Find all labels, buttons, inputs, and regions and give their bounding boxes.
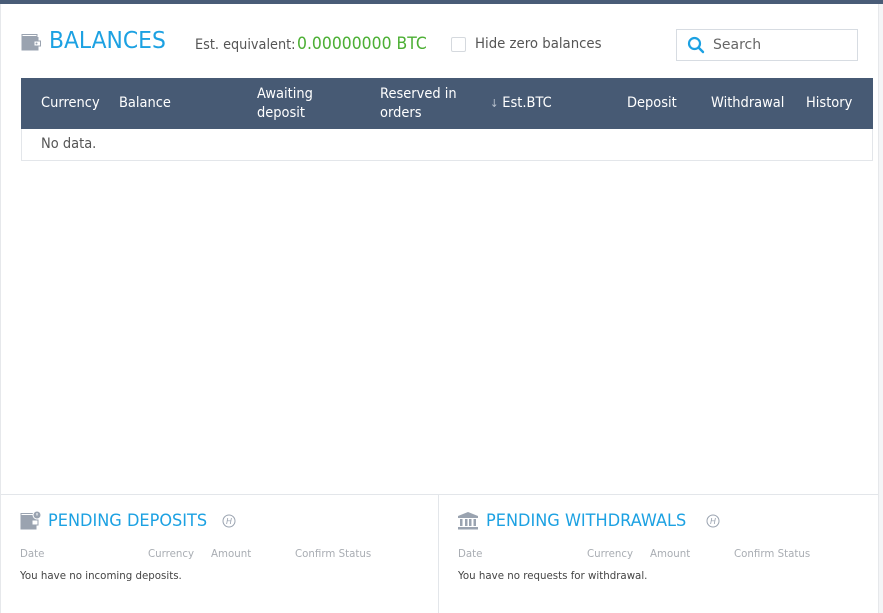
sort-desc-icon: ↓ [490, 97, 499, 110]
no-deposits-message: You have no incoming deposits. [20, 569, 182, 582]
column-header-confirm-status: Confirm Status [295, 547, 372, 560]
balances-table: Currency Balance Awaiting deposit Reserv… [21, 78, 873, 161]
search-box[interactable] [676, 29, 858, 61]
pending-withdrawals-panel: PENDING WITHDRAWALS H Date Currency Amou… [439, 495, 878, 613]
pending-deposits-title: PENDING DEPOSITS [48, 511, 208, 531]
column-label: Est.BTC [502, 95, 552, 111]
column-header-balance[interactable]: Balance [119, 94, 171, 113]
column-header-amount: Amount [211, 547, 252, 560]
hide-zero-balances-label: Hide zero balances [475, 36, 602, 52]
pending-withdrawals-title: PENDING WITHDRAWALS [486, 511, 687, 531]
scrollbar-track[interactable] [879, 4, 883, 613]
bank-icon [458, 512, 478, 530]
search-input[interactable] [713, 37, 853, 53]
column-header-date: Date [458, 547, 483, 560]
column-header-confirm-status: Confirm Status [734, 547, 811, 560]
column-label: Deposit [627, 95, 677, 111]
table-body: No data. [21, 129, 873, 161]
column-header-amount: Amount [650, 547, 691, 560]
column-header-reserved-in-orders[interactable]: Reserved in orders [380, 85, 457, 123]
svg-text:H: H [226, 517, 232, 526]
est-equivalent-label: Est. equivalent: [195, 37, 296, 53]
column-header-awaiting-deposit[interactable]: Awaiting deposit [257, 85, 313, 123]
wallet-clock-icon [20, 511, 42, 530]
column-label: Reserved in [380, 86, 457, 102]
no-withdrawals-message: You have no requests for withdrawal. [458, 569, 648, 582]
column-header-date: Date [20, 547, 45, 560]
column-label-line2: orders [380, 105, 422, 121]
column-header-currency: Currency [148, 547, 195, 560]
page-title: BALANCES [49, 28, 166, 54]
column-label: History [806, 95, 853, 111]
help-icon[interactable]: H [706, 514, 720, 528]
no-data-message: No data. [41, 136, 97, 152]
column-header-history[interactable]: History [806, 94, 852, 113]
column-header-withdrawal[interactable]: Withdrawal [711, 94, 784, 113]
column-header-deposit[interactable]: Deposit [627, 94, 677, 113]
column-header-currency: Currency [587, 547, 634, 560]
pending-deposits-panel: PENDING DEPOSITS H Date Currency Amount … [1, 495, 438, 613]
hide-zero-balances-checkbox[interactable] [451, 36, 466, 52]
top-bar [0, 0, 883, 4]
table-header: Currency Balance Awaiting deposit Reserv… [21, 78, 873, 129]
column-label: Awaiting [257, 86, 313, 102]
column-label: Withdrawal [711, 95, 785, 111]
help-icon[interactable]: H [222, 514, 236, 528]
wallet-icon [21, 34, 41, 51]
est-equivalent-value: 0.00000000 BTC [297, 34, 427, 54]
column-header-currency[interactable]: Currency [41, 94, 100, 113]
svg-text:H: H [710, 517, 716, 526]
column-header-est-btc[interactable]: ↓ Est.BTC [490, 94, 552, 113]
hide-zero-balances-toggle[interactable]: Hide zero balances [451, 36, 608, 52]
column-label: Balance [119, 95, 171, 111]
column-label: Currency [41, 95, 100, 111]
column-label-line2: deposit [257, 105, 306, 121]
search-icon [687, 36, 705, 54]
